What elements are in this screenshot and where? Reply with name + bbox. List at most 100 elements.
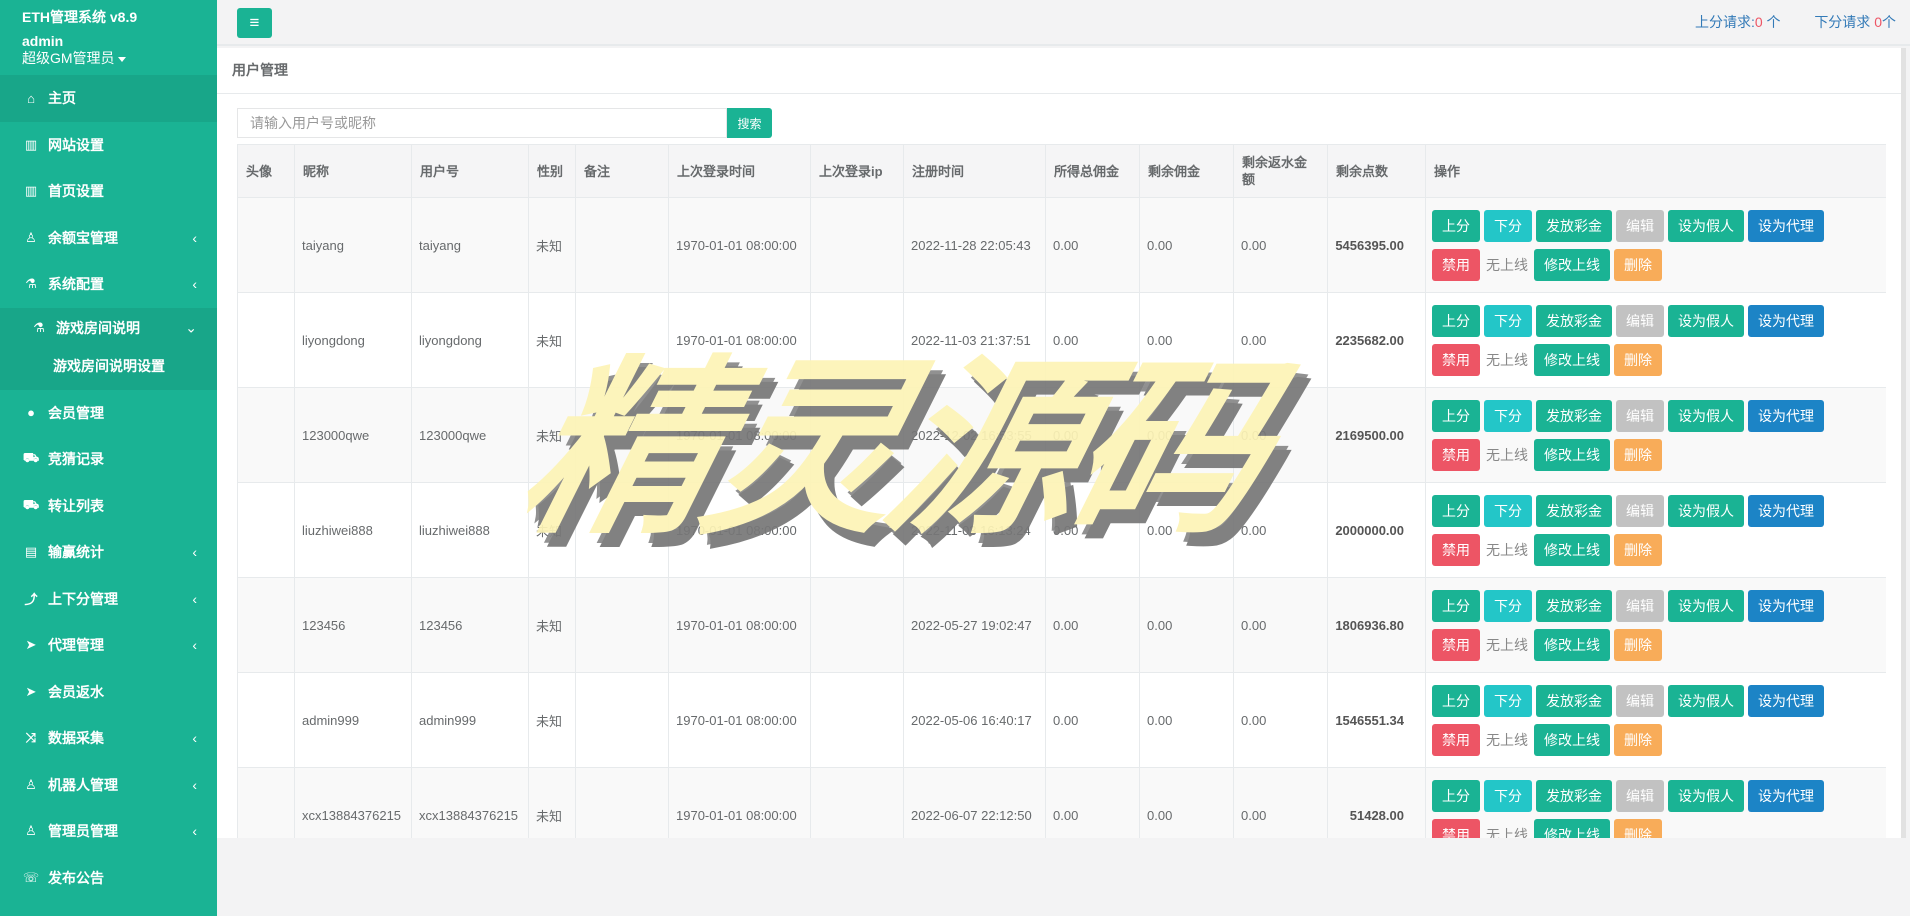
down-request-link[interactable]: 下分请求 0个 [1814, 14, 1896, 30]
set-agent-button[interactable]: 设为代理 [1748, 209, 1824, 242]
send-bonus-button[interactable]: 发放彩金 [1536, 399, 1612, 432]
edit-button[interactable]: 编辑 [1616, 589, 1664, 622]
sidebar-item-0[interactable]: ⌂ 主页 [0, 75, 217, 122]
scrollbar[interactable] [1901, 48, 1906, 838]
sidebar-item-11[interactable]: ⤴ 上下分管理 ‹ [0, 576, 217, 623]
chevron-left-icon: ‹ [192, 276, 197, 293]
sidebar-subitem-game-room-settings[interactable]: 游戏房间说明设置 [0, 348, 217, 390]
user-role-dropdown[interactable]: 超级GM管理员 [22, 50, 217, 67]
delete-button[interactable]: 删除 [1614, 248, 1662, 281]
change-upline-button[interactable]: 修改上线 [1534, 723, 1610, 756]
ban-button[interactable]: 禁用 [1432, 343, 1480, 376]
sidebar-item-13[interactable]: ➤ 会员返水 [0, 669, 217, 716]
cell-reg: 2022-12-02 16:53:55 [903, 387, 1046, 483]
deduct-points-button[interactable]: 下分 [1484, 589, 1532, 622]
sidebar-item-1[interactable]: ▥ 网站设置 [0, 122, 217, 169]
set-agent-button[interactable]: 设为代理 [1748, 304, 1824, 337]
delete-button[interactable]: 删除 [1614, 818, 1662, 838]
ban-button[interactable]: 禁用 [1432, 248, 1480, 281]
set-fake-user-button[interactable]: 设为假人 [1668, 684, 1744, 717]
delete-button[interactable]: 删除 [1614, 628, 1662, 661]
add-points-button[interactable]: 上分 [1432, 589, 1480, 622]
sidebar-item-game-room-desc[interactable]: ⚗ 游戏房间说明 ⌄ [0, 308, 217, 348]
edit-button[interactable]: 编辑 [1616, 209, 1664, 242]
sidebar-item-4[interactable]: ⚗ 系统配置 ‹ [0, 261, 217, 308]
set-agent-button[interactable]: 设为代理 [1748, 589, 1824, 622]
edit-button[interactable]: 编辑 [1616, 304, 1664, 337]
sidebar-item-16[interactable]: ♙ 管理员管理 ‹ [0, 808, 217, 855]
change-upline-button[interactable]: 修改上线 [1534, 248, 1610, 281]
add-points-button[interactable]: 上分 [1432, 684, 1480, 717]
search-button[interactable]: 搜索 [727, 108, 772, 138]
deduct-points-button[interactable]: 下分 [1484, 209, 1532, 242]
add-points-button[interactable]: 上分 [1432, 494, 1480, 527]
change-upline-button[interactable]: 修改上线 [1534, 438, 1610, 471]
sidebar-item-17[interactable]: ☏ 发布公告 [0, 855, 217, 902]
sidebar-item-12[interactable]: ➤ 代理管理 ‹ [0, 622, 217, 669]
sidebar-item-8[interactable]: ⛟ 竞猜记录 [0, 436, 217, 483]
ban-button[interactable]: 禁用 [1432, 628, 1480, 661]
cell-ip [810, 672, 904, 768]
deduct-points-button[interactable]: 下分 [1484, 494, 1532, 527]
delete-button[interactable]: 删除 [1614, 343, 1662, 376]
add-points-button[interactable]: 上分 [1432, 209, 1480, 242]
set-fake-user-button[interactable]: 设为假人 [1668, 494, 1744, 527]
sidebar-item-10[interactable]: ▤ 输赢统计 ‹ [0, 529, 217, 576]
change-upline-button[interactable]: 修改上线 [1534, 533, 1610, 566]
send-bonus-button[interactable]: 发放彩金 [1536, 684, 1612, 717]
add-points-button[interactable]: 上分 [1432, 779, 1480, 812]
hamburger-icon: ≡ [249, 13, 260, 32]
set-fake-user-button[interactable]: 设为假人 [1668, 779, 1744, 812]
send-bonus-button[interactable]: 发放彩金 [1536, 779, 1612, 812]
edit-button[interactable]: 编辑 [1616, 494, 1664, 527]
send-bonus-button[interactable]: 发放彩金 [1536, 589, 1612, 622]
deduct-points-button[interactable]: 下分 [1484, 399, 1532, 432]
ban-button[interactable]: 禁用 [1432, 533, 1480, 566]
set-agent-button[interactable]: 设为代理 [1748, 684, 1824, 717]
cell-note [575, 577, 669, 673]
set-agent-button[interactable]: 设为代理 [1748, 779, 1824, 812]
cell-note [575, 672, 669, 768]
send-bonus-button[interactable]: 发放彩金 [1536, 304, 1612, 337]
set-fake-user-button[interactable]: 设为假人 [1668, 209, 1744, 242]
edit-button[interactable]: 编辑 [1616, 779, 1664, 812]
delete-button[interactable]: 删除 [1614, 533, 1662, 566]
change-upline-button[interactable]: 修改上线 [1534, 343, 1610, 376]
add-points-button[interactable]: 上分 [1432, 304, 1480, 337]
sidebar-item-9[interactable]: ⛟ 转让列表 [0, 483, 217, 530]
deduct-points-button[interactable]: 下分 [1484, 304, 1532, 337]
add-points-button[interactable]: 上分 [1432, 399, 1480, 432]
caret-down-icon [117, 56, 126, 62]
sidebar-item-15[interactable]: ♙ 机器人管理 ‹ [0, 762, 217, 809]
send-bonus-button[interactable]: 发放彩金 [1536, 494, 1612, 527]
search-input[interactable] [237, 108, 727, 138]
change-upline-button[interactable]: 修改上线 [1534, 818, 1610, 838]
ban-button[interactable]: 禁用 [1432, 723, 1480, 756]
delete-button[interactable]: 删除 [1614, 723, 1662, 756]
columns-icon: ▥ [24, 183, 38, 199]
sidebar-item-3[interactable]: ♙ 余额宝管理 ‹ [0, 215, 217, 262]
sidebar-nav: ⌂ 主页 ▥ 网站设置 ▥ 首页设置 ♙ 余额宝管理 ‹ ⚗ 系统配置 ‹ ⚗ 游戏房间说明… [0, 75, 217, 901]
ban-button[interactable]: 禁用 [1432, 818, 1480, 838]
ban-button[interactable]: 禁用 [1432, 438, 1480, 471]
delete-button[interactable]: 删除 [1614, 438, 1662, 471]
sidebar-item-2[interactable]: ▥ 首页设置 [0, 168, 217, 215]
sidebar-item-14[interactable]: ⤨ 数据采集 ‹ [0, 715, 217, 762]
edit-button[interactable]: 编辑 [1616, 399, 1664, 432]
set-fake-user-button[interactable]: 设为假人 [1668, 304, 1744, 337]
up-request-label: 上分请求: [1694, 14, 1755, 30]
up-request-link[interactable]: 上分请求:0 个 [1695, 14, 1781, 30]
app-title: ETH管理系统 v8.9 [22, 9, 138, 25]
set-agent-button[interactable]: 设为代理 [1748, 399, 1824, 432]
change-upline-button[interactable]: 修改上线 [1534, 628, 1610, 661]
set-agent-button[interactable]: 设为代理 [1748, 494, 1824, 527]
robot-icon: ♙ [25, 776, 37, 792]
edit-button[interactable]: 编辑 [1616, 684, 1664, 717]
deduct-points-button[interactable]: 下分 [1484, 684, 1532, 717]
send-bonus-button[interactable]: 发放彩金 [1536, 209, 1612, 242]
deduct-points-button[interactable]: 下分 [1484, 779, 1532, 812]
set-fake-user-button[interactable]: 设为假人 [1668, 589, 1744, 622]
sidebar-item-7[interactable]: ● 会员管理 [0, 390, 217, 437]
menu-toggle-button[interactable]: ≡ [237, 8, 272, 38]
set-fake-user-button[interactable]: 设为假人 [1668, 399, 1744, 432]
